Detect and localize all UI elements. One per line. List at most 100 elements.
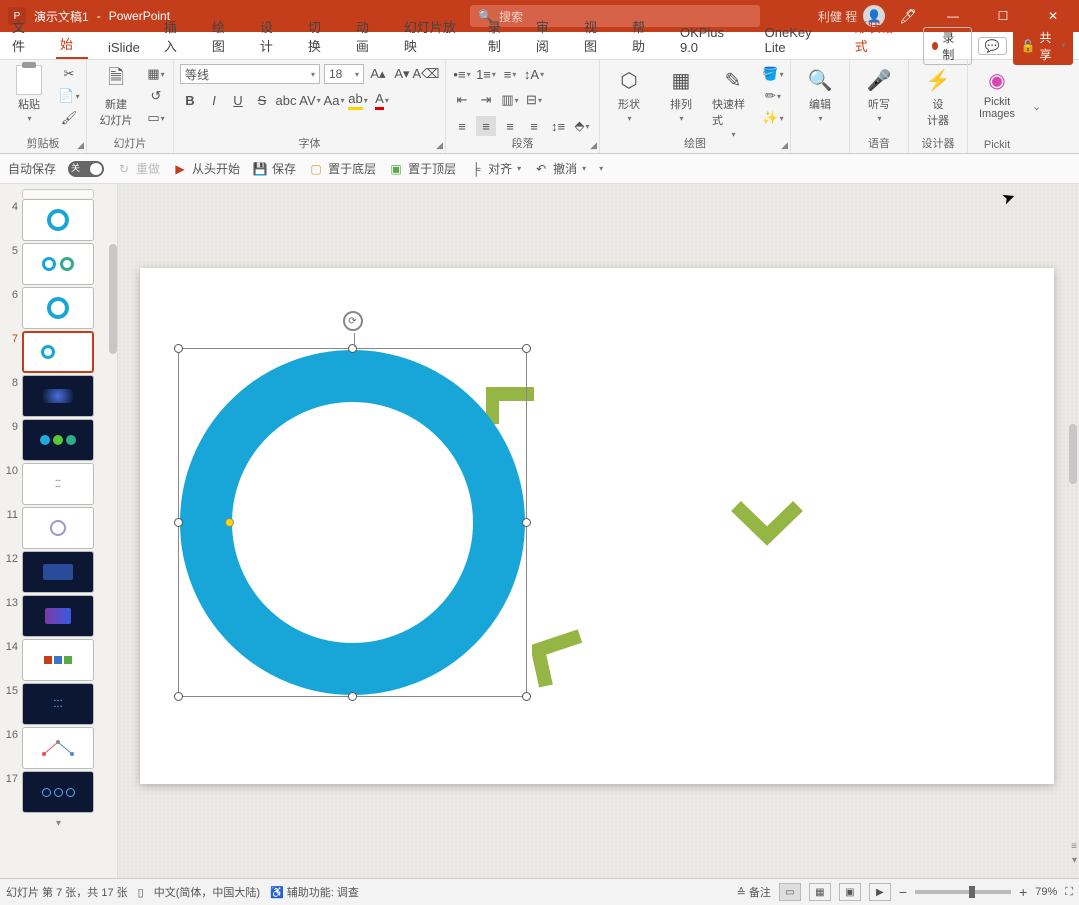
dictate-button[interactable]: 🎤听写▾ [856, 64, 902, 125]
tab-record[interactable]: 录制 [484, 13, 516, 59]
slide-counter[interactable]: 幻灯片 第 7 张，共 17 张 [6, 884, 128, 900]
arrange-button[interactable]: ▦排列▾ [658, 64, 704, 125]
align-right-button[interactable]: ≡ [500, 116, 520, 136]
text-direction-button[interactable]: ↕A▾ [524, 64, 544, 84]
pickit-button[interactable]: ◉Pickit Images [974, 64, 1020, 122]
copy-button[interactable]: 📄▾ [58, 86, 80, 106]
tab-shape-format[interactable]: 形状格式 [851, 13, 907, 59]
canvas-scrollbar[interactable] [1069, 424, 1077, 484]
spell-check-icon[interactable]: ▯ [138, 886, 144, 899]
zoom-level[interactable]: 79% [1035, 886, 1057, 898]
slide-thumb[interactable]: 11 [2, 506, 113, 550]
tab-okplus[interactable]: OKPlus 9.0 [676, 21, 745, 59]
share-button[interactable]: 🔓共享▾ [1013, 27, 1074, 65]
char-spacing-button[interactable]: AV▾ [300, 90, 320, 110]
section-button[interactable]: ▭▾ [145, 108, 167, 128]
slide-thumb[interactable]: 14 [2, 638, 113, 682]
next-slide-button[interactable]: ≡ [1071, 841, 1077, 852]
slide-thumb[interactable]: 9 [2, 418, 113, 462]
font-color-button[interactable]: A▾ [372, 90, 392, 110]
from-beginning-button[interactable]: ▶从头开始 [172, 160, 240, 177]
resize-handle[interactable] [522, 344, 531, 353]
underline-button[interactable]: U [228, 90, 248, 110]
fit-to-window-button[interactable]: ⛶ [1065, 886, 1073, 899]
tab-review[interactable]: 审阅 [532, 13, 564, 59]
font-size-select[interactable]: 18▾ [324, 64, 364, 84]
dialog-launcher-icon[interactable]: ◢ [77, 140, 84, 151]
dialog-launcher-icon[interactable]: ◢ [590, 140, 597, 151]
bullets-button[interactable]: •≡▾ [452, 64, 472, 84]
resize-handle[interactable] [348, 692, 357, 701]
align-button[interactable]: ╞对齐▾ [468, 160, 521, 177]
resize-handle[interactable] [522, 692, 531, 701]
slide[interactable]: ⟳ [140, 268, 1054, 784]
resize-handle[interactable] [348, 344, 357, 353]
slide-thumb[interactable]: 7 [2, 330, 113, 374]
adjustment-handle[interactable] [225, 518, 234, 527]
designer-button[interactable]: ⚡设 计器 [915, 64, 961, 130]
slide-thumb[interactable] [2, 188, 113, 198]
save-button[interactable]: 💾保存 [252, 160, 296, 177]
slide-thumb[interactable]: 12 [2, 550, 113, 594]
normal-view-button[interactable]: ▭ [779, 883, 801, 901]
autosave-toggle[interactable]: 关 [68, 161, 104, 177]
numbering-button[interactable]: 1≡▾ [476, 64, 496, 84]
shadow-button[interactable]: abc [276, 90, 296, 110]
resize-handle[interactable] [174, 518, 183, 527]
shape-effects-button[interactable]: ✨▾ [762, 108, 784, 128]
resize-handle[interactable] [174, 692, 183, 701]
clear-format-button[interactable]: A⌫ [416, 64, 436, 84]
rotation-handle[interactable]: ⟳ [343, 311, 363, 331]
redo-button[interactable]: ↻重做 [116, 160, 160, 177]
slide-thumb[interactable]: 16 [2, 726, 113, 770]
increase-indent-button[interactable]: ⇥ [476, 90, 496, 110]
tab-drawing[interactable]: 绘图 [208, 13, 240, 59]
format-painter-button[interactable]: 🖌 [58, 108, 80, 128]
highlight-button[interactable]: ab▾ [348, 90, 368, 110]
dialog-launcher-icon[interactable]: ◢ [436, 140, 443, 151]
align-text-button[interactable]: ⊟▾ [524, 90, 544, 110]
strike-button[interactable]: S [252, 90, 272, 110]
decrease-indent-button[interactable]: ⇤ [452, 90, 472, 110]
shape-outline-button[interactable]: ✏▾ [762, 86, 784, 106]
reading-view-button[interactable]: ▣ [839, 883, 861, 901]
selected-shape[interactable]: ⟳ [180, 350, 525, 695]
slide-thumb[interactable]: 8 [2, 374, 113, 418]
tab-islide[interactable]: iSlide [104, 36, 144, 59]
change-case-button[interactable]: Aa▾ [324, 90, 344, 110]
comments-button[interactable]: 💬 [978, 37, 1007, 55]
thumb-scrollbar[interactable] [109, 244, 117, 354]
shapes-button[interactable]: ⬡形状▾ [606, 64, 652, 125]
record-button[interactable]: 录制 [923, 27, 972, 65]
reset-button[interactable]: ↺ [145, 86, 167, 106]
grow-font-button[interactable]: A▴ [368, 64, 388, 84]
columns-button[interactable]: ▥▾ [500, 90, 520, 110]
italic-button[interactable]: I [204, 90, 224, 110]
tab-home[interactable]: 开始 [56, 11, 88, 59]
slide-thumb[interactable]: 15 ▪ ▪ ▪▪ ▪ ▪ [2, 682, 113, 726]
tab-transitions[interactable]: 切换 [304, 13, 336, 59]
ribbon-collapse-button[interactable]: ⌄ [1026, 60, 1047, 153]
resize-handle[interactable] [174, 344, 183, 353]
justify-button[interactable]: ≡ [524, 116, 544, 136]
zoom-slider[interactable] [915, 890, 1011, 894]
shape-fill-button[interactable]: 🪣▾ [762, 64, 784, 84]
scroll-down-button[interactable]: ▾ [1072, 855, 1077, 866]
line-spacing-button[interactable]: ↕≡ [548, 116, 568, 136]
layout-button[interactable]: ▦▾ [145, 64, 167, 84]
align-center-button[interactable]: ≡ [476, 116, 496, 136]
dialog-launcher-icon[interactable]: ◢ [781, 140, 788, 151]
customize-quick-bar-button[interactable]: ▾ [599, 164, 603, 173]
thumb-scroll-down-button[interactable]: ▾ [0, 816, 117, 831]
zoom-thumb[interactable] [969, 886, 975, 898]
slide-thumb[interactable]: 10 ▪▪▪▪▪▪ [2, 462, 113, 506]
tab-insert[interactable]: 插入 [160, 13, 192, 59]
undo-button[interactable]: ↶撤消▾ [533, 160, 586, 177]
font-name-select[interactable]: 等线▾ [180, 64, 320, 84]
tab-view[interactable]: 视图 [580, 13, 612, 59]
zoom-out-button[interactable]: − [899, 884, 907, 900]
sorter-view-button[interactable]: ▦ [809, 883, 831, 901]
shrink-font-button[interactable]: A▾ [392, 64, 412, 84]
tab-design[interactable]: 设计 [256, 13, 288, 59]
slide-thumb[interactable]: 6 [2, 286, 113, 330]
